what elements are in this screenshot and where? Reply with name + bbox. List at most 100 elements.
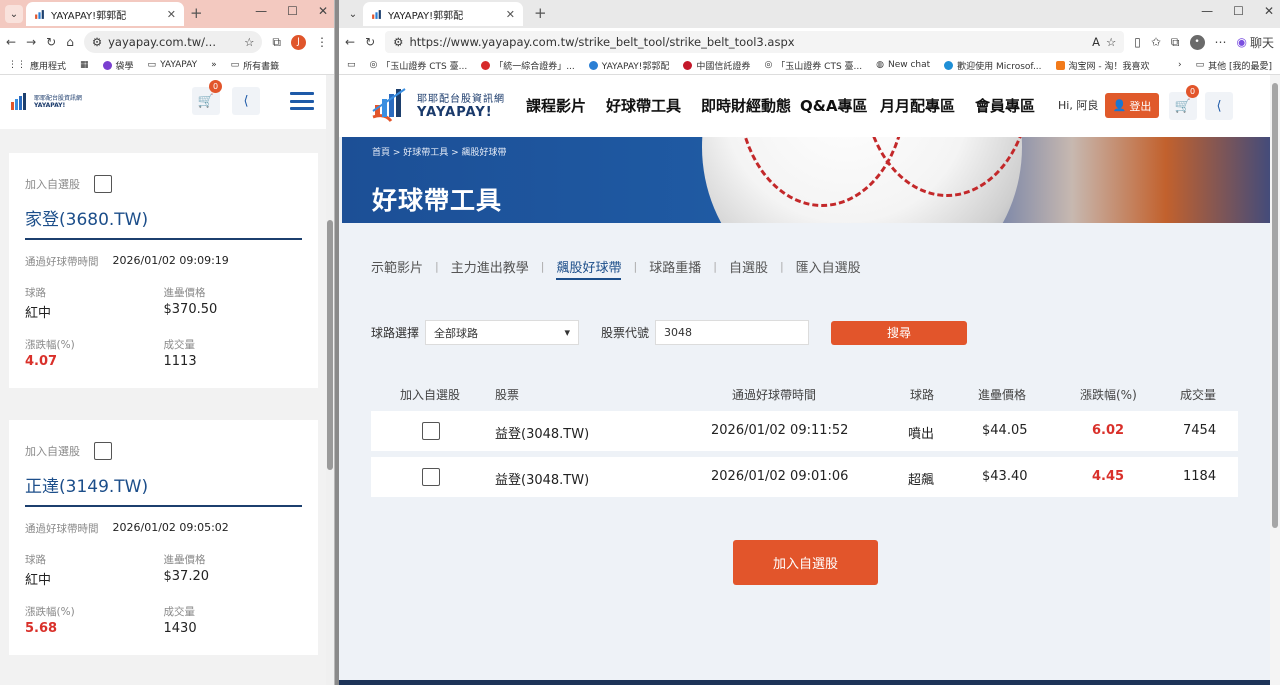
row-stock[interactable]: 益登(3048.TW) (495, 423, 589, 442)
new-tab-icon[interactable]: + (534, 4, 547, 22)
close-window-icon[interactable]: ✕ (1264, 4, 1274, 18)
bookmarks-overflow[interactable]: » (211, 60, 217, 70)
favorites-icon[interactable]: ✩ (1151, 35, 1161, 49)
hamburger-menu-icon[interactable] (290, 92, 314, 110)
collections-icon[interactable]: ⧉ (1171, 35, 1180, 50)
logo-text-line2: YAYAPAY! (34, 102, 66, 109)
extensions-icon[interactable]: ⧉ (272, 35, 281, 50)
bookmark-all[interactable]: ▭ 所有書籤 (231, 59, 280, 72)
close-tab-icon[interactable]: ✕ (506, 8, 515, 21)
menu-dots-icon[interactable]: ⋯ (1215, 35, 1227, 49)
stock-name[interactable]: 家登(3680.TW) (25, 205, 302, 240)
add-watchlist-checkbox[interactable] (94, 175, 112, 193)
nav-monthly-dividend[interactable]: 月月配專區 (880, 95, 975, 116)
address-bar[interactable]: ⚙ https://www.yayapay.com.tw/strike_belt… (385, 31, 1125, 53)
nav-strike-belt-tool[interactable]: 好球帶工具 (606, 95, 701, 116)
subnav-import-watchlist[interactable]: 匯入自選股 (784, 257, 873, 276)
scrollbar-thumb[interactable] (327, 220, 333, 470)
maximize-icon[interactable]: ☐ (1233, 4, 1244, 18)
favorite-star-icon[interactable]: ☆ (1106, 35, 1116, 49)
maximize-icon[interactable]: ☐ (287, 4, 298, 18)
home-icon[interactable]: ⌂ (66, 35, 74, 49)
bookmark-folder-yayapay[interactable]: ▭ YAYAPAY (148, 60, 198, 70)
bookmark-item[interactable]: 淘宝网 - 淘！我喜欢 (1055, 59, 1150, 72)
breadcrumb[interactable]: 首頁 > 好球帶工具 > 飆股好球帶 (372, 145, 507, 158)
back-icon[interactable]: ← (6, 35, 16, 49)
pitch-select[interactable]: 全部球路 ▾ (425, 320, 580, 345)
subnav-demo-video[interactable]: 示範影片 (371, 257, 435, 276)
add-to-watchlist-button[interactable]: 加入自選股 (733, 540, 878, 585)
row-checkbox[interactable] (422, 468, 440, 486)
bookmark-item[interactable]: YAYAPAY!郭郭配 (588, 59, 669, 72)
search-button[interactable]: 搜尋 (831, 320, 968, 345)
tab-actions-button[interactable]: ⌄ (344, 5, 362, 23)
bookmark-item[interactable]: 歡迎使用 Microsof... (944, 59, 1042, 72)
close-window-icon[interactable]: ✕ (318, 4, 328, 18)
share-button[interactable]: ⟨ (1205, 92, 1233, 120)
stock-name[interactable]: 正達(3149.TW) (25, 472, 302, 507)
window-controls: — ☐ ✕ (1201, 4, 1274, 18)
nav-qa[interactable]: Q&A專區 (800, 95, 880, 116)
bookmark-item[interactable]: 「統一綜合證券」... (481, 59, 575, 72)
bookmarks-overflow-icon[interactable]: › (1178, 60, 1182, 70)
row-stock[interactable]: 益登(3048.TW) (495, 469, 589, 488)
split-screen-icon[interactable]: ▯ (1134, 35, 1141, 49)
scrollbar-thumb[interactable] (1272, 83, 1278, 528)
stock-code-input[interactable]: 3048 (655, 320, 810, 345)
close-tab-icon[interactable]: ✕ (167, 8, 176, 21)
minimize-icon[interactable]: — (1201, 4, 1213, 18)
copilot-chat-button[interactable]: ◉ 聊天 (1237, 34, 1275, 51)
new-tab-icon[interactable]: + (190, 4, 203, 22)
browser-toolbar: ← ↻ ⚙ https://www.yayapay.com.tw/strike_… (339, 28, 1280, 56)
bookmark-item[interactable]: ◎ 「玉山證券 CTS 臺... (764, 59, 862, 72)
bookmark-item[interactable]: ◍ New chat (876, 60, 930, 70)
bookmark-item[interactable]: 袋學 (102, 59, 134, 72)
profile-avatar[interactable]: • (1189, 34, 1205, 50)
cart-count-badge: 0 (209, 80, 222, 93)
page-scrollbar[interactable] (326, 75, 334, 685)
site-logo[interactable]: 耶耶配台股資訊網 YAYAPAY! (10, 93, 82, 111)
folder-icon: ▭ (1195, 60, 1205, 70)
site-logo[interactable]: 耶耶配台股資訊網 YAYAPAY! (371, 87, 505, 123)
site-info-icon[interactable]: ⚙ (92, 35, 102, 49)
profile-avatar[interactable]: J (291, 34, 306, 50)
subnav-hot-stock-belt[interactable]: 飆股好球帶 (556, 261, 622, 280)
browser-tab[interactable]: YAYAPAY!郭郭配 ✕ (26, 2, 184, 26)
reload-icon[interactable]: ↻ (365, 35, 375, 49)
cart-button[interactable]: 🛒 0 (1169, 85, 1199, 120)
subnav-watchlist[interactable]: 自選股 (717, 257, 780, 276)
subnav-main-force-tutorial[interactable]: 主力進出教學 (439, 257, 541, 276)
add-watchlist-checkbox[interactable] (94, 442, 112, 460)
sub-nav: 示範影片 | 主力進出教學 | 飆股好球帶 | 球路重播 | 自選股 | 匯入自選股 (371, 257, 873, 280)
bookmark-grid[interactable]: ▦ (80, 60, 89, 70)
cart-button[interactable]: 🛒 0 (192, 80, 222, 115)
forward-icon[interactable]: → (26, 35, 36, 49)
share-button[interactable]: ⟨ (232, 87, 260, 115)
stock-code-label: 股票代號 (601, 326, 650, 340)
reload-icon[interactable]: ↻ (46, 35, 56, 49)
logo-bars-icon (11, 93, 26, 110)
browser-tab[interactable]: YAYAPAY!郭郭配 ✕ (363, 2, 523, 26)
tab-strip: ⌄ YAYAPAY!郭郭配 ✕ + — ☐ ✕ (339, 0, 1280, 28)
row-checkbox[interactable] (422, 422, 440, 440)
bookmark-star-icon[interactable]: ☆ (244, 35, 254, 49)
address-bar[interactable]: ⚙ yayapay.com.tw/... ☆ (83, 31, 263, 53)
nav-member-area[interactable]: 會員專區 (975, 95, 1055, 116)
cart-icon: 🛒 (1174, 98, 1192, 114)
nav-live-finance-news[interactable]: 即時財經動態 (701, 95, 800, 116)
page-scrollbar[interactable] (1270, 75, 1280, 685)
subnav-pitch-replay[interactable]: 球路重播 (637, 257, 713, 276)
sidebar-icon[interactable]: ▭ (347, 60, 356, 70)
bookmark-item[interactable]: 中國信託證券 (683, 59, 750, 72)
minimize-icon[interactable]: — (255, 4, 267, 18)
bookmark-other-folder[interactable]: ▭ 其他 [我的最愛] (1196, 59, 1272, 72)
nav-course-videos[interactable]: 課程影片 (526, 95, 606, 116)
logout-button[interactable]: 👤 登出 (1105, 93, 1159, 118)
read-aloud-icon[interactable]: A (1092, 35, 1100, 49)
tab-search-button[interactable]: ⌄ (5, 5, 23, 23)
bookmark-apps[interactable]: ⋮⋮ 應用程式 (8, 59, 66, 72)
menu-dots-icon[interactable]: ⋮ (316, 35, 328, 49)
site-info-icon[interactable]: ⚙ (393, 35, 403, 49)
bookmark-item[interactable]: ◎ 「玉山證券 CTS 臺... (370, 59, 468, 72)
back-icon[interactable]: ← (345, 35, 355, 49)
